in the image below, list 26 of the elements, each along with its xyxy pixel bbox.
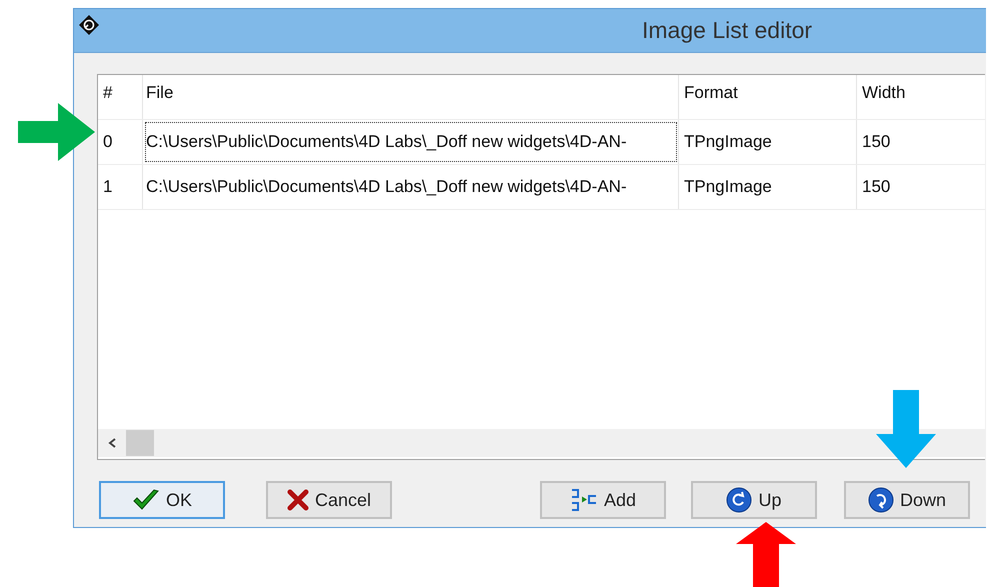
insert-icon (570, 488, 598, 512)
table-cell: TPngImage (679, 165, 857, 209)
table-cell: C:\Users\Public\Documents\4D Labs\_Doff new widgets\4D-AN- (143, 165, 679, 209)
table-cell-text: 150 (861, 131, 892, 153)
check-icon (132, 489, 160, 511)
table-cell: 1 (98, 165, 143, 209)
table-cell: 0 (98, 120, 143, 164)
up-button[interactable]: Up (691, 481, 817, 519)
table-cell: TPngImage (679, 120, 857, 164)
rotate-left-icon (868, 487, 894, 513)
column-header[interactable]: # (98, 75, 143, 119)
horizontal-scrollbar[interactable] (98, 429, 985, 457)
table-cell: C:\Users\Public\Documents\4D Labs\_Doff new widgets\4D-AN- (143, 120, 679, 164)
add-button[interactable]: Add (540, 481, 666, 519)
scrollbar-thumb[interactable] (126, 430, 154, 456)
window-title: Image List editor (642, 17, 812, 44)
app-icon (78, 14, 100, 36)
ok-button[interactable]: OK (99, 481, 225, 519)
cross-icon (286, 489, 309, 511)
cancel-button[interactable]: Cancel (266, 481, 392, 519)
column-header[interactable]: Format (679, 75, 857, 119)
rotate-right-icon (726, 487, 752, 513)
column-header[interactable]: File (143, 75, 679, 119)
table-cell-text: 150 (861, 176, 892, 198)
column-header[interactable]: Width (857, 75, 984, 119)
down-button[interactable]: Down (844, 481, 970, 519)
